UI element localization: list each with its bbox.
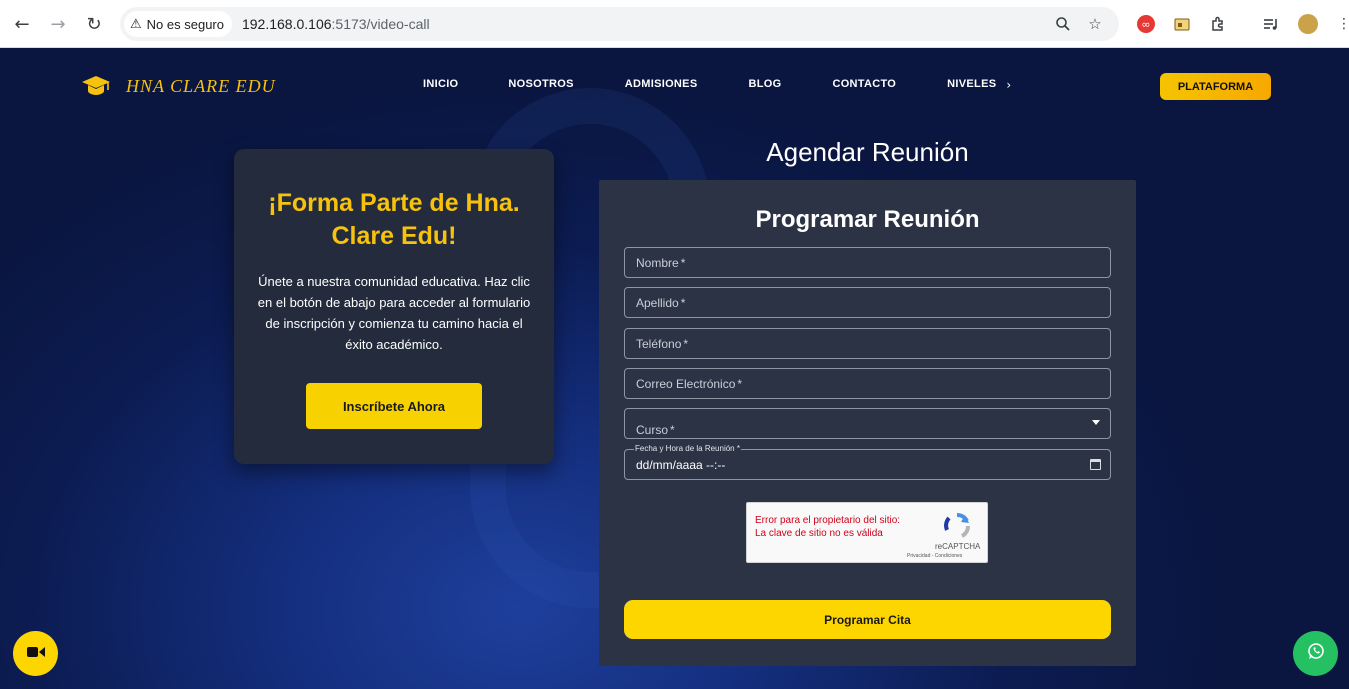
brand-logo[interactable]: HNA CLARE EDU xyxy=(80,70,276,102)
nav-contacto[interactable]: CONTACTO xyxy=(832,78,896,92)
dropdown-caret-icon xyxy=(1092,420,1100,425)
url-host: 192.168.0.106 xyxy=(241,16,332,32)
fecha-hora-value: dd/mm/aaaa --:-- xyxy=(636,457,726,472)
media-icon[interactable] xyxy=(1260,13,1282,35)
form-title: Programar Reunión xyxy=(755,206,980,233)
url-path: :5173/video-call xyxy=(331,16,430,32)
reload-icon[interactable]: ↻ xyxy=(79,9,109,39)
enroll-button[interactable]: Inscríbete Ahora xyxy=(306,383,482,429)
profile-avatar[interactable] xyxy=(1298,14,1318,34)
recaptcha-links[interactable]: Privacidad - Condiciones xyxy=(907,553,962,559)
nav-nosotros[interactable]: NOSOTROS xyxy=(508,78,573,92)
recaptcha-box[interactable]: Error para el propietario del sitio: La … xyxy=(746,502,988,563)
zoom-icon[interactable] xyxy=(1052,14,1074,34)
correo-field[interactable]: Correo Electrónico * xyxy=(624,368,1111,399)
calendar-icon[interactable] xyxy=(1090,459,1101,470)
star-icon[interactable]: ☆ xyxy=(1084,14,1106,34)
required-mark: * xyxy=(683,336,689,351)
curso-select[interactable]: Curso * xyxy=(624,408,1111,439)
address-bar[interactable]: ⚠ No es seguro 192.168.0.106:5173/video-… xyxy=(120,7,1119,41)
telefono-field[interactable]: Teléfono * xyxy=(624,328,1111,359)
nav-blog[interactable]: BLOG xyxy=(748,78,781,92)
required-mark: * xyxy=(680,295,686,310)
plataforma-button[interactable]: PLATAFORMA xyxy=(1160,73,1271,100)
menu-icon[interactable]: ⋮ xyxy=(1333,13,1349,35)
join-text: Únete a nuestra comunidad educativa. Haz… xyxy=(257,274,531,352)
video-call-button[interactable] xyxy=(13,631,58,676)
whatsapp-icon xyxy=(1307,642,1325,665)
page: HNA CLARE EDU INICIO NOSOTROS ADMISIONES… xyxy=(0,48,1349,689)
video-camera-icon xyxy=(26,645,45,663)
apellido-field[interactable]: Apellido * xyxy=(624,287,1111,318)
main-nav: INICIO NOSOTROS ADMISIONES BLOG CONTACTO… xyxy=(423,78,1011,92)
forward-icon[interactable]: → xyxy=(43,9,73,39)
page-title: Agendar Reunión xyxy=(766,137,969,167)
url-text[interactable]: 192.168.0.106:5173/video-call xyxy=(242,16,430,32)
submit-button[interactable]: Programar Cita xyxy=(624,600,1111,639)
chevron-right-icon[interactable]: › xyxy=(1006,78,1011,92)
recaptcha-brand: reCAPTCHA xyxy=(935,542,981,551)
correo-label: Correo Electrónico xyxy=(636,376,736,391)
required-mark: * xyxy=(680,255,686,270)
recaptcha-error: Error para el propietario del sitio: La … xyxy=(755,515,901,539)
nombre-field[interactable]: Nombre * xyxy=(624,247,1111,278)
required-mark: * xyxy=(737,376,743,391)
extensions-icon[interactable] xyxy=(1207,13,1229,35)
browser-toolbar: ← → ↻ ⚠ No es seguro 192.168.0.106:5173/… xyxy=(0,0,1349,48)
warning-icon: ⚠ xyxy=(130,16,142,32)
telefono-label: Teléfono xyxy=(636,336,682,351)
nav-admisiones[interactable]: ADMISIONES xyxy=(625,78,698,92)
nav-niveles[interactable]: NIVELES xyxy=(947,78,996,92)
extension-folder-icon[interactable] xyxy=(1171,13,1193,35)
join-title: ¡Forma Parte de Hna. Clare Edu! xyxy=(268,189,520,250)
join-card: ¡Forma Parte de Hna. Clare Edu! Únete a … xyxy=(234,149,554,464)
graduation-cap-icon xyxy=(80,70,112,102)
nav-inicio[interactable]: INICIO xyxy=(423,78,458,92)
nombre-label: Nombre xyxy=(636,255,679,270)
fecha-hora-field[interactable]: dd/mm/aaaa --:-- xyxy=(624,449,1111,480)
back-icon[interactable]: ← xyxy=(7,9,37,39)
apellido-label: Apellido xyxy=(636,295,679,310)
security-chip[interactable]: ⚠ No es seguro xyxy=(124,11,232,37)
meeting-form: Programar Reunión Nombre * Apellido * Telé… xyxy=(599,180,1136,666)
fecha-hora-label: Fecha y Hora de la Reunión * xyxy=(634,444,741,453)
brand-name: HNA CLARE EDU xyxy=(126,75,276,96)
curso-label: Curso xyxy=(636,423,669,437)
recaptcha-icon xyxy=(943,512,971,540)
security-label: No es seguro xyxy=(146,16,224,32)
required-mark: * xyxy=(670,423,675,437)
extension-red-icon[interactable]: ∞ xyxy=(1137,15,1155,33)
whatsapp-button[interactable] xyxy=(1293,631,1338,676)
